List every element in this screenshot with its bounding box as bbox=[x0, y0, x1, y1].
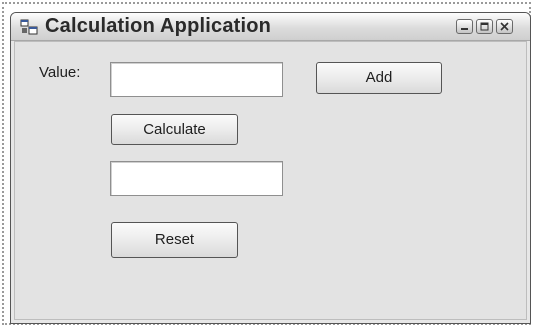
maximize-icon bbox=[480, 22, 489, 31]
title-bar[interactable]: Calculation Application bbox=[11, 13, 530, 41]
value-input[interactable] bbox=[110, 62, 283, 97]
value-label: Value: bbox=[39, 64, 81, 81]
screen: Calculation Application Value: Add Calcu… bbox=[0, 0, 533, 327]
calculate-button[interactable]: Calculate bbox=[111, 114, 238, 145]
minimize-button[interactable] bbox=[456, 19, 473, 34]
result-output[interactable] bbox=[110, 161, 283, 196]
add-button[interactable]: Add bbox=[316, 62, 442, 94]
form-client-area: Value: Add Calculate Reset bbox=[14, 41, 527, 320]
app-window: Calculation Application Value: Add Calcu… bbox=[10, 12, 531, 324]
close-button[interactable] bbox=[496, 19, 513, 34]
minimize-icon bbox=[461, 28, 468, 30]
app-icon bbox=[20, 18, 38, 36]
close-icon bbox=[500, 22, 509, 31]
reset-button[interactable]: Reset bbox=[111, 222, 238, 258]
maximize-button[interactable] bbox=[476, 19, 493, 34]
window-title: Calculation Application bbox=[45, 15, 272, 37]
